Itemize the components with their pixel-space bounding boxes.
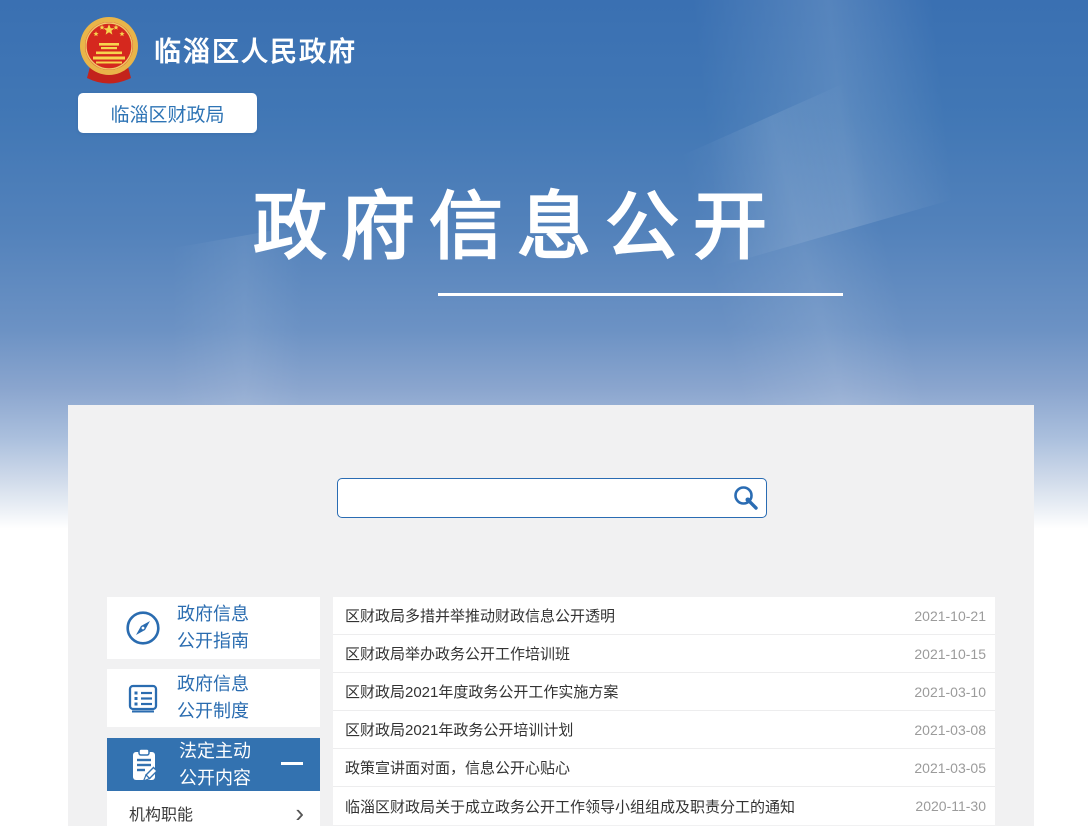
search-icon [734, 486, 758, 510]
sidebar-item-label: 政府信息 [177, 674, 249, 694]
compass-icon [126, 611, 160, 645]
news-row: 临淄区财政局关于成立政务公开工作领导小组组成及职责分工的通知 2020-11-3… [333, 787, 995, 825]
background-swoosh [453, 0, 1088, 319]
news-list: 区财政局多措并举推动财政信息公开透明 2021-10-21 区财政局举办政务公开… [333, 597, 995, 825]
news-row: 区财政局2021年度政务公开工作实施方案 2021-03-10 [333, 673, 995, 711]
news-row: 区财政局举办政务公开工作培训班 2021-10-15 [333, 635, 995, 673]
news-item-title[interactable]: 政策宣讲面对面，信息公开心贴心 [345, 757, 570, 778]
rules-book-icon [128, 684, 158, 713]
sidebar-item-rules[interactable]: 政府信息 公开制度 [107, 669, 320, 727]
news-item-date: 2021-03-08 [914, 721, 986, 738]
news-row: 政策宣讲面对面，信息公开心贴心 2021-03-05 [333, 749, 995, 787]
news-row: 区财政局2021年政务公开培训计划 2021-03-08 [333, 711, 995, 749]
news-item-date: 2021-03-10 [914, 683, 986, 700]
news-item-date: 2020-11-30 [915, 798, 986, 814]
department-button-label: 临淄区财政局 [110, 104, 225, 126]
search-input[interactable] [337, 478, 767, 518]
sidebar-item-label: 公开制度 [177, 701, 249, 721]
sidebar: 政府信息 公开指南 政府信息 公开制度 法定主动 公开内容 机构职能 › [107, 597, 320, 826]
news-row: 区财政局多措并举推动财政信息公开透明 2021-10-21 [333, 597, 995, 635]
site-title[interactable]: 临淄区人民政府 [154, 30, 357, 69]
sidebar-subitem-functions[interactable]: 机构职能 › [107, 791, 320, 826]
news-item-date: 2021-10-21 [914, 607, 986, 624]
page-title: 政府信息公开 [253, 185, 781, 268]
title-underline [438, 293, 843, 296]
sidebar-subitem-label: 机构职能 [129, 807, 194, 824]
sidebar-item-statutory-active[interactable]: 法定主动 公开内容 [107, 738, 320, 791]
sidebar-item-label: 法定主动 [179, 740, 251, 761]
news-item-title[interactable]: 区财政局举办政务公开工作培训班 [345, 643, 570, 664]
search-button[interactable] [731, 483, 761, 513]
search-bar [337, 478, 767, 518]
sidebar-item-label: 政府信息 [177, 604, 249, 624]
news-item-date: 2021-10-15 [914, 645, 986, 662]
news-item-title[interactable]: 区财政局多措并举推动财政信息公开透明 [345, 605, 615, 626]
national-emblem-icon [80, 17, 138, 84]
sidebar-item-label: 公开指南 [177, 631, 249, 651]
department-button[interactable]: 临淄区财政局 [78, 93, 257, 133]
content-panel: 政府信息 公开指南 政府信息 公开制度 法定主动 公开内容 机构职能 › 区财政… [68, 405, 1034, 826]
news-item-title[interactable]: 临淄区财政局关于成立政务公开工作领导小组组成及职责分工的通知 [345, 796, 795, 817]
clipboard-pencil-icon [133, 747, 158, 782]
chevron-right-icon: › [295, 798, 304, 826]
news-item-title[interactable]: 区财政局2021年度政务公开工作实施方案 [345, 681, 618, 702]
news-item-date: 2021-03-05 [914, 759, 986, 776]
sidebar-item-label: 公开内容 [179, 767, 251, 788]
sidebar-item-guide[interactable]: 政府信息 公开指南 [107, 597, 320, 659]
news-item-title[interactable]: 区财政局2021年政务公开培训计划 [345, 719, 573, 740]
collapse-minus-icon[interactable] [281, 762, 303, 765]
